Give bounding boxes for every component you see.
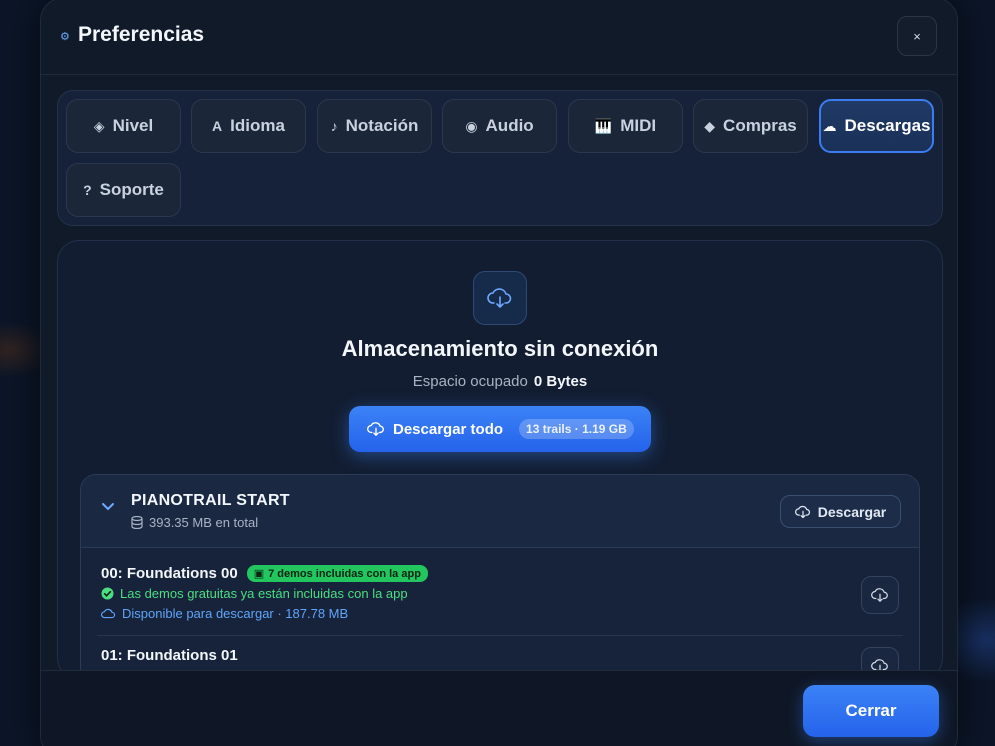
pack-download-label: Descargar (817, 503, 887, 520)
item-title: 00: Foundations 00 (101, 565, 238, 582)
pack-card: PIANOTRAIL START 393.35 MB en total Desc… (80, 474, 920, 679)
tab-label: MIDI (620, 116, 657, 135)
included-status: Las demos gratuitas ya están incluidas c… (101, 586, 901, 601)
pack-header[interactable]: PIANOTRAIL START 393.35 MB en total Desc… (81, 475, 919, 548)
usage-label: Espacio ocupado (412, 373, 528, 390)
demo-badge-text: 7 demos incluidas con la app (268, 567, 421, 580)
tab-label: Soporte (99, 180, 164, 199)
tab-soporte[interactable]: ? Soporte (66, 163, 181, 217)
gear-icon: ⚙ (60, 31, 70, 43)
piano-icon: 🎹 (594, 117, 613, 134)
download-all-label: Descargar todo (393, 420, 504, 438)
preferences-dialog: ⚙ Preferencias × ◈ Nivel A Idioma ♪ Nota… (40, 0, 958, 746)
list-item: 00: Foundations 00 ▣ 7 demos incluidas c… (101, 565, 901, 621)
tab-bar: ◈ Nivel A Idioma ♪ Notación ◉ Audio 🎹 MI… (57, 90, 943, 226)
diamond-icon: ◆ (704, 117, 716, 134)
list-item: 01: Foundations 01 (101, 647, 901, 664)
pack-size-text: 393.35 MB en total (149, 515, 259, 530)
tab-notacion[interactable]: ♪ Notación (317, 99, 432, 153)
availability-text: Disponible para descargar · 187.78 MB (122, 606, 349, 621)
music-note-icon: ♪ (330, 118, 338, 134)
downloads-panel: Almacenamiento sin conexión Espacio ocup… (57, 240, 943, 680)
pack-size: 393.35 MB en total (131, 515, 258, 530)
cloud-download-icon (473, 271, 527, 325)
tab-label: Idioma (230, 116, 285, 135)
close-button[interactable]: Cerrar (803, 685, 939, 737)
download-all-button[interactable]: Descargar todo 13 trails · 1.19 GB (349, 406, 651, 452)
demo-badge: ▣ 7 demos incluidas con la app (246, 565, 428, 582)
dialog-title: Preferencias (78, 23, 205, 46)
language-icon: A (212, 118, 223, 134)
cloud-icon: ☁ (822, 117, 837, 134)
tab-descargas[interactable]: ☁ Descargas (819, 99, 934, 153)
pack-download-button[interactable]: Descargar (780, 495, 901, 528)
dialog-footer: Cerrar (41, 670, 957, 746)
chevron-down-icon[interactable] (101, 502, 115, 512)
tab-label: Descargas (844, 116, 931, 135)
tab-idioma[interactable]: A Idioma (191, 99, 306, 153)
cloud-download-icon (871, 588, 888, 602)
database-icon (131, 516, 143, 529)
check-circle-icon (101, 587, 114, 600)
tab-nivel[interactable]: ◈ Nivel (66, 99, 181, 153)
download-all-badge: 13 trails · 1.19 GB (519, 419, 634, 439)
tab-audio[interactable]: ◉ Audio (442, 99, 557, 153)
help-icon: ? (83, 182, 92, 198)
item-title: 01: Foundations 01 (101, 647, 238, 664)
item-download-button[interactable] (861, 576, 899, 614)
tab-label: Nivel (112, 116, 154, 135)
tab-label: Audio (485, 116, 534, 135)
usage-value: 0 Bytes (533, 373, 588, 390)
storage-title: Almacenamiento sin conexión (341, 336, 659, 361)
cloud-icon (101, 608, 116, 619)
cloud-download-icon (367, 422, 384, 436)
cloud-download-icon (794, 505, 810, 518)
level-icon: ◈ (93, 117, 105, 134)
dialog-header: ⚙ Preferencias × (41, 0, 957, 75)
audio-icon: ◉ (465, 117, 478, 134)
storage-usage: Espacio ocupado 0 Bytes (58, 373, 942, 390)
divider (97, 635, 903, 636)
availability-status: Disponible para descargar · 187.78 MB (101, 606, 901, 621)
tab-label: Notación (345, 116, 419, 135)
included-text: Las demos gratuitas ya están incluidas c… (120, 586, 408, 601)
gift-icon: ▣ (253, 568, 265, 580)
tab-compras[interactable]: ◆ Compras (693, 99, 808, 153)
tab-midi[interactable]: 🎹 MIDI (568, 99, 683, 153)
pack-title: PIANOTRAIL START (131, 492, 290, 509)
tab-label: Compras (723, 116, 797, 135)
close-icon-button[interactable]: × (897, 16, 937, 56)
